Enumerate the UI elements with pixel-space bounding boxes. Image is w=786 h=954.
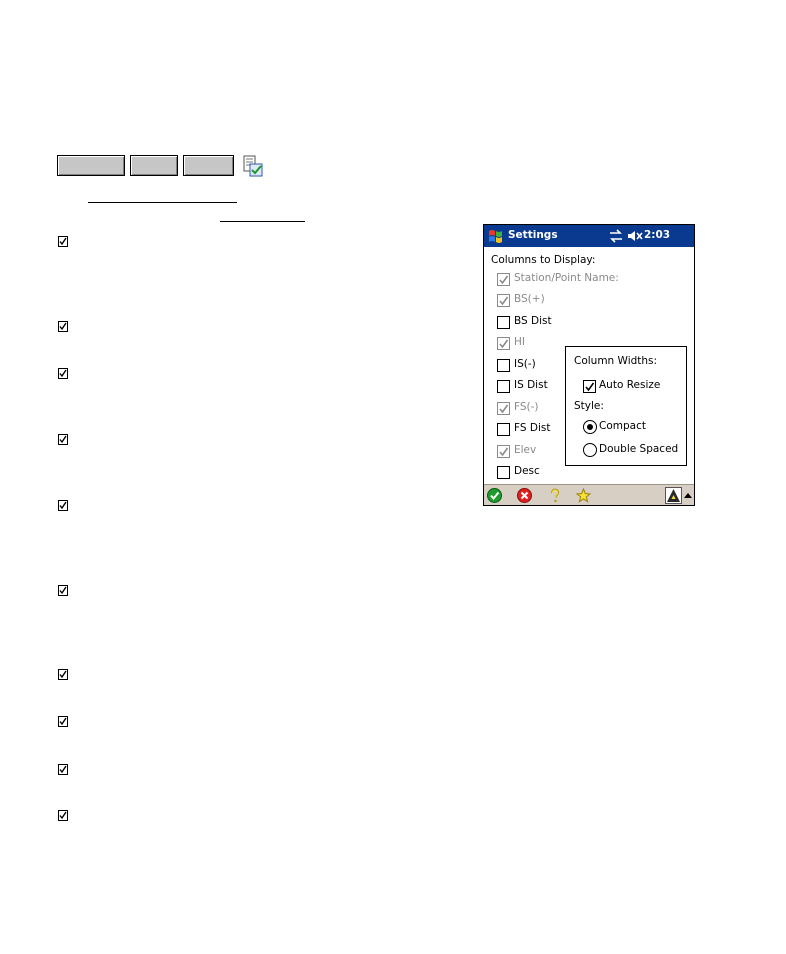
column-widths-label: Column Widths:: [574, 355, 658, 367]
connectivity-icon[interactable]: [609, 229, 623, 243]
column-label: IS(-): [514, 358, 536, 370]
auto-resize-label: Auto Resize: [599, 379, 661, 391]
checked-box-icon: [58, 321, 68, 332]
checked-box-icon: [58, 716, 68, 727]
checked-box-icon: [58, 236, 68, 247]
columns-heading: Columns to Display:: [491, 254, 596, 266]
tab-button-3[interactable]: [183, 155, 234, 176]
checklist-document-icon: [243, 155, 263, 177]
pda-settings-screen: Settings 2:03 Columns to Display: Statio…: [483, 224, 695, 506]
column-label: IS Dist: [514, 379, 548, 391]
column-label: Station/Point Name:: [514, 272, 619, 284]
page: Settings 2:03 Columns to Display: Statio…: [0, 0, 786, 954]
tab-button-1[interactable]: [57, 155, 125, 176]
style-option-label: Compact: [599, 420, 646, 432]
help-icon[interactable]: [547, 488, 562, 503]
input-panel-icon[interactable]: [665, 487, 682, 504]
favorite-star-icon[interactable]: [576, 488, 591, 503]
checked-box-icon: [58, 764, 68, 775]
pda-command-bar: [484, 484, 694, 505]
speaker-muted-icon[interactable]: [627, 230, 643, 242]
cancel-icon[interactable]: [517, 488, 532, 503]
input-panel-arrow-icon[interactable]: [684, 492, 692, 498]
checked-box-icon: [58, 810, 68, 821]
tab-button-2[interactable]: [130, 155, 178, 176]
windows-start-icon[interactable]: [486, 227, 505, 245]
checked-box-icon: [58, 434, 68, 445]
column-label: FS(-): [514, 401, 539, 413]
link-underline-2: [220, 221, 305, 222]
column-label: HI: [514, 336, 525, 348]
column-widths-group: Column Widths: Auto Resize Style: Compac…: [565, 346, 687, 466]
checked-box-icon: [58, 669, 68, 680]
checked-box-icon: [58, 368, 68, 379]
column-label: BS Dist: [514, 315, 552, 327]
pda-clock[interactable]: 2:03: [644, 229, 670, 241]
pda-titlebar: Settings 2:03: [484, 225, 694, 247]
style-option-label: Double Spaced: [599, 443, 679, 455]
column-label: Elev: [514, 444, 537, 456]
pda-title: Settings: [508, 229, 558, 241]
ok-icon[interactable]: [487, 488, 502, 503]
checked-box-icon: [58, 500, 68, 511]
link-underline-1: [88, 202, 237, 203]
column-label: Desc: [514, 465, 540, 477]
column-label: BS(+): [514, 293, 545, 305]
column-label: FS Dist: [514, 422, 551, 434]
checked-box-icon: [58, 585, 68, 596]
style-label: Style:: [574, 400, 604, 412]
